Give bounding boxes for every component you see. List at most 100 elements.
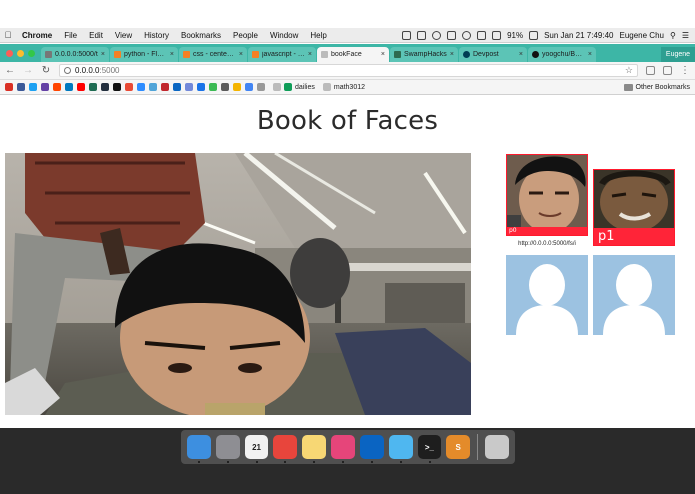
bluetooth-icon[interactable] — [447, 30, 457, 40]
close-tab-icon[interactable]: × — [308, 51, 312, 58]
menu-edit[interactable]: Edit — [83, 31, 109, 40]
menu-history[interactable]: History — [138, 31, 175, 40]
bookmark-favicon-icon[interactable] — [233, 83, 241, 91]
tab-javascript[interactable]: javascript - Fli × — [248, 47, 316, 62]
bookmark-favicon-icon[interactable] — [77, 83, 85, 91]
wifi-icon[interactable] — [462, 30, 472, 40]
tab-strip: 0.0.0.0:5000/t × python - Flask × css - … — [0, 44, 695, 62]
tab-bookface[interactable]: bookFace × — [317, 47, 389, 62]
airplay-icon[interactable] — [477, 30, 487, 40]
launchpad-icon[interactable] — [215, 435, 240, 463]
site-info-icon[interactable] — [64, 67, 71, 74]
menu-file[interactable]: File — [58, 31, 83, 40]
tab-github-bookface[interactable]: yoogchu/Book × — [528, 47, 596, 62]
zoom-window-button[interactable] — [28, 49, 35, 57]
clock[interactable]: Sun Jan 21 7:49:40 — [544, 31, 613, 40]
notes-icon[interactable] — [302, 435, 327, 463]
close-tab-icon[interactable]: × — [450, 51, 454, 58]
address-bar[interactable]: 0.0.0.0:5000 ☆ — [59, 64, 638, 77]
bookmark-favicon-icon[interactable] — [173, 83, 181, 91]
volume-icon[interactable] — [492, 30, 502, 40]
tab-css-center[interactable]: css - center el × — [179, 47, 247, 62]
forward-icon[interactable]: → — [23, 65, 33, 76]
bookmark-favicon-icon[interactable] — [149, 83, 157, 91]
close-tab-icon[interactable]: × — [381, 51, 385, 58]
close-window-button[interactable] — [6, 49, 13, 57]
bookmark-favicon-icon[interactable] — [65, 83, 73, 91]
close-tab-icon[interactable]: × — [239, 51, 243, 58]
menu-help[interactable]: Help — [304, 31, 332, 40]
finder-icon[interactable] — [187, 435, 211, 463]
bookmark-favicon-icon[interactable] — [29, 83, 37, 91]
menu-window[interactable]: Window — [264, 31, 304, 40]
bookmark-favicon-icon[interactable] — [197, 83, 205, 91]
tab-swamphacks[interactable]: SwampHacks × — [390, 47, 458, 62]
back-icon[interactable]: ← — [5, 65, 15, 76]
menu-view[interactable]: View — [109, 31, 138, 40]
terminal-icon[interactable]: >_ — [417, 435, 442, 463]
other-bookmarks[interactable]: Other Bookmarks — [623, 83, 690, 91]
bookmark-favicon-icon[interactable] — [53, 83, 61, 91]
close-tab-icon[interactable]: × — [519, 51, 523, 58]
bookmark-favicon-icon[interactable] — [185, 83, 193, 91]
bookmark-favicon-icon[interactable] — [101, 83, 109, 91]
reload-icon[interactable]: ↻ — [41, 65, 51, 76]
bookmark-favicon-icon[interactable] — [41, 83, 49, 91]
bookmark-favicon-icon[interactable] — [221, 83, 229, 91]
menu-people[interactable]: People — [227, 31, 264, 40]
tab-devpost[interactable]: Devpost × — [459, 47, 527, 62]
url-host: 0.0.0.0 — [75, 66, 100, 75]
dailies-status-icon[interactable] — [402, 30, 412, 40]
flag-icon[interactable] — [529, 30, 539, 40]
bookmark-favicon-icon[interactable] — [209, 83, 217, 91]
profile-button[interactable]: Eugene — [661, 47, 695, 62]
tab-localhost[interactable]: 0.0.0.0:5000/t × — [41, 47, 109, 62]
trash-icon[interactable] — [485, 435, 509, 459]
extension-icon[interactable] — [663, 66, 672, 75]
clipboard-icon[interactable] — [417, 30, 427, 40]
itunes-icon[interactable] — [331, 435, 355, 463]
face-label: p1 — [594, 228, 674, 245]
apple-icon[interactable]:  — [0, 30, 16, 40]
menu-app-name[interactable]: Chrome — [16, 31, 58, 40]
chrome-menu-icon[interactable]: ⋮ — [680, 65, 690, 76]
minimize-window-button[interactable] — [17, 49, 24, 57]
notification-center-icon[interactable]: ☰ — [682, 31, 689, 40]
bookmark-favicon-icon[interactable] — [257, 83, 265, 91]
stackoverflow-icon — [114, 51, 121, 58]
detected-face-p1[interactable]: p1 — [593, 169, 675, 246]
face-link[interactable]: http://0.0.0.0:5000/fs/i — [506, 241, 588, 247]
bookmark-favicon-icon[interactable] — [17, 83, 25, 91]
bookmark-favicon-icon[interactable] — [89, 83, 97, 91]
empty-face-slot — [506, 255, 588, 335]
webcam-video — [5, 153, 471, 415]
tab-python-flask[interactable]: python - Flask × — [110, 47, 178, 62]
bookmark-favicon-icon[interactable] — [5, 83, 13, 91]
extension-icon[interactable] — [646, 66, 655, 75]
close-tab-icon[interactable]: × — [588, 51, 592, 58]
bookmark-favicon-icon[interactable] — [245, 83, 253, 91]
spotlight-icon[interactable]: ⚲ — [670, 31, 676, 40]
time-machine-icon[interactable] — [432, 30, 442, 40]
calendar-icon[interactable]: 21 — [244, 435, 269, 463]
bookmark-star-icon[interactable]: ☆ — [625, 65, 633, 76]
devpost-icon — [463, 51, 470, 58]
bookmark-favicon-icon[interactable] — [125, 83, 133, 91]
close-tab-icon[interactable]: × — [101, 51, 105, 58]
running-indicator — [226, 461, 229, 463]
bookmark-folder-math3012[interactable]: math3012 — [322, 83, 365, 91]
tab-title: yoogchu/Book — [542, 51, 585, 58]
user-name[interactable]: Eugene Chu — [619, 31, 663, 40]
messages-icon[interactable] — [388, 435, 413, 463]
sublime-icon[interactable]: S — [446, 435, 471, 459]
close-tab-icon[interactable]: × — [170, 51, 174, 58]
bookmark-favicon-icon[interactable] — [161, 83, 169, 91]
outlook-icon[interactable] — [359, 435, 384, 463]
chrome-icon[interactable] — [273, 435, 298, 463]
detected-face-p0[interactable]: p0 — [506, 154, 588, 236]
battery-percent[interactable]: 91% — [507, 31, 523, 40]
bookmark-folder-dailies[interactable]: dailies — [273, 83, 315, 91]
bookmark-favicon-icon[interactable] — [137, 83, 145, 91]
menu-bookmarks[interactable]: Bookmarks — [175, 31, 227, 40]
bookmark-favicon-icon[interactable] — [113, 83, 121, 91]
